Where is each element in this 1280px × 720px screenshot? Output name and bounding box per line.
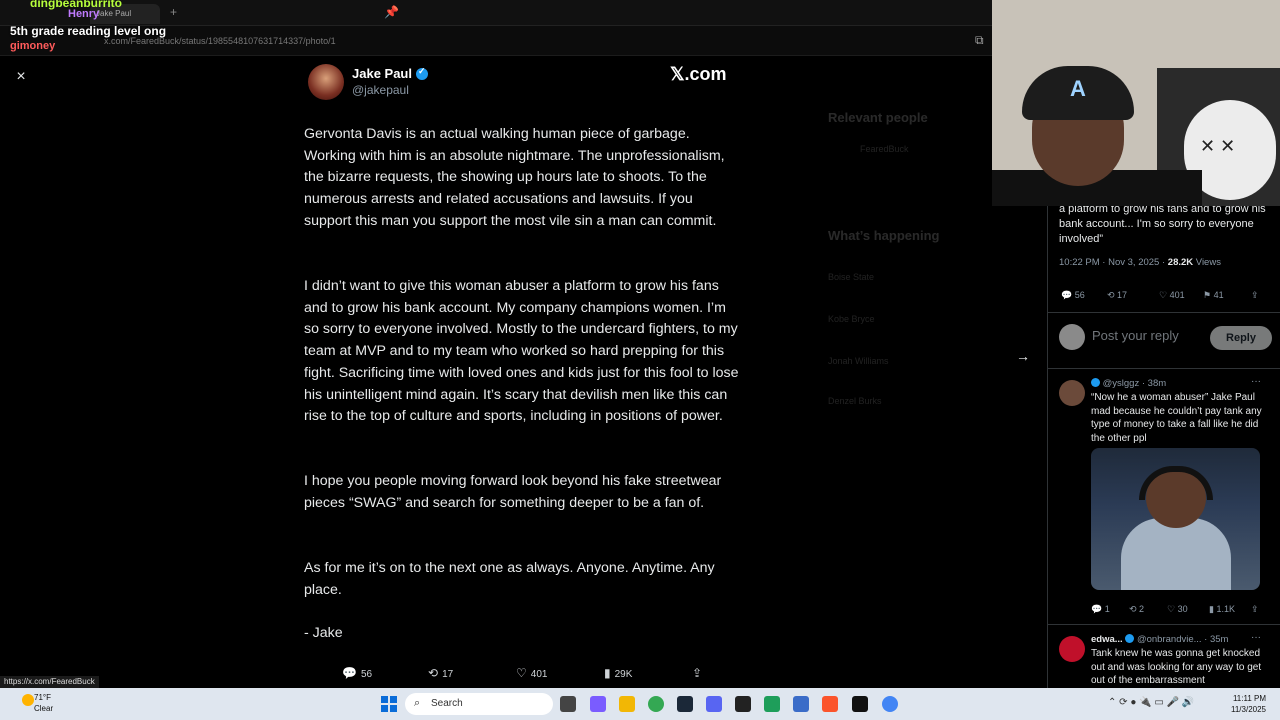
relevant-people-heading: Relevant people bbox=[828, 110, 928, 125]
webcam-overlay bbox=[992, 0, 1280, 206]
like-button[interactable]: ♡ 401 bbox=[1159, 290, 1185, 301]
share-icon: ⇪ bbox=[692, 666, 703, 680]
reply-text: “Now he a woman abuser” Jake Paul mad be… bbox=[1091, 392, 1262, 444]
clock-date: 11/3/2025 bbox=[1231, 705, 1266, 714]
stream-chat-overlay: dingbeanburrito Henry 5th grade reading … bbox=[8, 0, 208, 56]
divider bbox=[1048, 624, 1280, 625]
reply-stats-row: 💬 1 ⟲ 2 ♡ 30 ▮ 1.1K ⇪ bbox=[1091, 604, 1271, 620]
share-icon[interactable]: ⇪ bbox=[1251, 604, 1259, 615]
trend-item: Jonah Williams bbox=[828, 356, 889, 366]
repost-button[interactable]: ⟲ 17 bbox=[428, 666, 453, 680]
copilot-icon[interactable] bbox=[590, 696, 606, 712]
chat-username: Henry bbox=[68, 8, 100, 20]
taskbar-search[interactable]: ⌕ Search bbox=[405, 693, 553, 715]
pin-icon[interactable]: 📌 bbox=[384, 5, 399, 19]
obs-icon[interactable] bbox=[735, 696, 751, 712]
steam-icon[interactable] bbox=[677, 696, 693, 712]
tweet-paragraph: As for me it’s on to the next one as alw… bbox=[304, 560, 715, 598]
file-explorer-icon[interactable] bbox=[619, 696, 635, 712]
reply-panel: a platform to grow his fans and to grow … bbox=[1047, 200, 1280, 688]
media-person-body bbox=[1121, 518, 1231, 590]
author-handle: @jakepaul bbox=[352, 83, 409, 97]
relevant-person: FearedBuck bbox=[860, 144, 909, 154]
chart-icon: ▮ bbox=[604, 666, 611, 680]
tweet-paragraph: I didn’t want to give this woman abuser … bbox=[304, 278, 739, 425]
tweet-paragraph: Gervonta Davis is an actual walking huma… bbox=[304, 126, 725, 229]
brave-icon[interactable] bbox=[822, 696, 838, 712]
tweet-stats-row: 💬 56 ⟲ 17 ♡ 401 ⚑ 41 ⇪ bbox=[1059, 290, 1271, 306]
weather-widget[interactable]: 71°F Clear bbox=[22, 692, 54, 714]
system-tray[interactable]: ⌃ ⟳ ● 🔌 ▭ 🎤 🔊 bbox=[1108, 697, 1194, 708]
tweet-screenshot-image: Jake Paul @jakepaul 𝕏.com Gervonta Davis… bbox=[286, 56, 758, 656]
reply-header: @yslggz · 38m bbox=[1091, 378, 1166, 389]
divider bbox=[1048, 368, 1280, 369]
background-sidebar: Relevant people FearedBuck What’s happen… bbox=[820, 60, 1020, 580]
next-arrow-icon[interactable]: → bbox=[1016, 348, 1036, 368]
like-button[interactable]: ♡ 30 bbox=[1167, 604, 1188, 615]
app-icon[interactable] bbox=[764, 696, 780, 712]
tweet-paragraph: I hope you people moving forward look be… bbox=[304, 473, 722, 511]
chrome-icon[interactable] bbox=[648, 696, 664, 712]
close-icon[interactable]: × bbox=[12, 68, 30, 86]
more-options-icon[interactable]: ··· bbox=[1251, 632, 1261, 643]
windows-start-icon[interactable] bbox=[381, 696, 397, 712]
verified-badge-icon bbox=[416, 66, 428, 80]
repost-icon: ⟲ bbox=[428, 666, 439, 680]
weather-icon bbox=[22, 694, 34, 706]
trend-item: Denzel Burks bbox=[828, 396, 882, 406]
divider bbox=[1048, 312, 1280, 313]
author-name: Jake Paul bbox=[352, 66, 428, 81]
avatar bbox=[1059, 380, 1085, 406]
chrome-icon[interactable] bbox=[882, 696, 898, 712]
avatar bbox=[1059, 324, 1085, 350]
clock-time: 11:11 PM bbox=[1232, 694, 1266, 703]
verified-badge-icon bbox=[1125, 634, 1135, 643]
status-bar-url: https://x.com/FearedBuck bbox=[0, 676, 99, 688]
reply-text: Tank knew he was gonna get knocked out a… bbox=[1091, 648, 1262, 686]
trend-item: Boise State bbox=[828, 272, 875, 282]
headset-icon bbox=[1139, 466, 1213, 500]
app-icon[interactable] bbox=[852, 696, 868, 712]
discord-icon[interactable] bbox=[706, 696, 722, 712]
reply-icon: 💬 bbox=[342, 666, 357, 680]
weather-condition: Clear bbox=[34, 704, 54, 713]
tweet-quote-text: a platform to grow his fans and to grow … bbox=[1059, 203, 1266, 245]
x-logo: 𝕏.com bbox=[670, 64, 727, 84]
verified-badge-icon bbox=[1091, 378, 1100, 387]
share-button[interactable]: ⇪ bbox=[692, 666, 706, 680]
reply-header: edwa... @onbrandvie... · 35m bbox=[1091, 634, 1229, 645]
trend-item: Kobe Bryce bbox=[828, 314, 875, 324]
task-view-icon[interactable] bbox=[560, 696, 576, 712]
app-icon[interactable] bbox=[793, 696, 809, 712]
chat-message: 5th grade reading level ong bbox=[10, 24, 167, 38]
cast-icon[interactable]: ⧉ bbox=[975, 33, 984, 48]
avatar bbox=[308, 64, 344, 100]
avatar bbox=[1059, 636, 1085, 662]
like-button[interactable]: ♡ 401 bbox=[516, 666, 547, 680]
chat-username: gimoney bbox=[10, 40, 56, 52]
views-button[interactable]: ▮ 1.1K bbox=[1209, 604, 1235, 615]
reply-input[interactable]: Post your reply bbox=[1092, 328, 1179, 343]
repost-button[interactable]: ⟲ 17 bbox=[1107, 290, 1127, 301]
search-icon: ⌕ bbox=[414, 697, 421, 709]
reply-media-image[interactable] bbox=[1091, 448, 1260, 590]
reply-button[interactable]: 💬 56 bbox=[342, 666, 372, 680]
taskbar-clock[interactable]: 11:11 PM 11/3/2025 bbox=[1224, 693, 1266, 715]
reply-submit-button[interactable]: Reply bbox=[1210, 326, 1272, 350]
viewer-action-bar: 💬 56 ⟲ 17 ♡ 401 ▮ 29K ⇪ bbox=[286, 660, 758, 684]
bookmark-button[interactable]: ⚑ 41 bbox=[1203, 290, 1224, 301]
reply-button[interactable]: 💬 1 bbox=[1091, 604, 1110, 615]
more-options-icon[interactable]: ··· bbox=[1251, 376, 1261, 387]
heart-icon: ♡ bbox=[516, 666, 527, 680]
repost-button[interactable]: ⟲ 2 bbox=[1129, 604, 1144, 615]
temperature: 71°F bbox=[34, 693, 51, 702]
views-button[interactable]: ▮ 29K bbox=[604, 666, 632, 680]
whats-happening-heading: What’s happening bbox=[828, 228, 940, 243]
tweet-meta: 10:22 PM · Nov 3, 2025 · 28.2K Views bbox=[1059, 257, 1221, 268]
reply-button[interactable]: 💬 56 bbox=[1061, 290, 1085, 301]
tweet-paragraph: - Jake bbox=[304, 625, 343, 641]
taskbar: 71°F Clear ⌕ Search ⌃ ⟳ ● 🔌 ▭ 🎤 🔊 11:11 … bbox=[0, 688, 1280, 720]
share-icon[interactable]: ⇪ bbox=[1251, 290, 1259, 301]
